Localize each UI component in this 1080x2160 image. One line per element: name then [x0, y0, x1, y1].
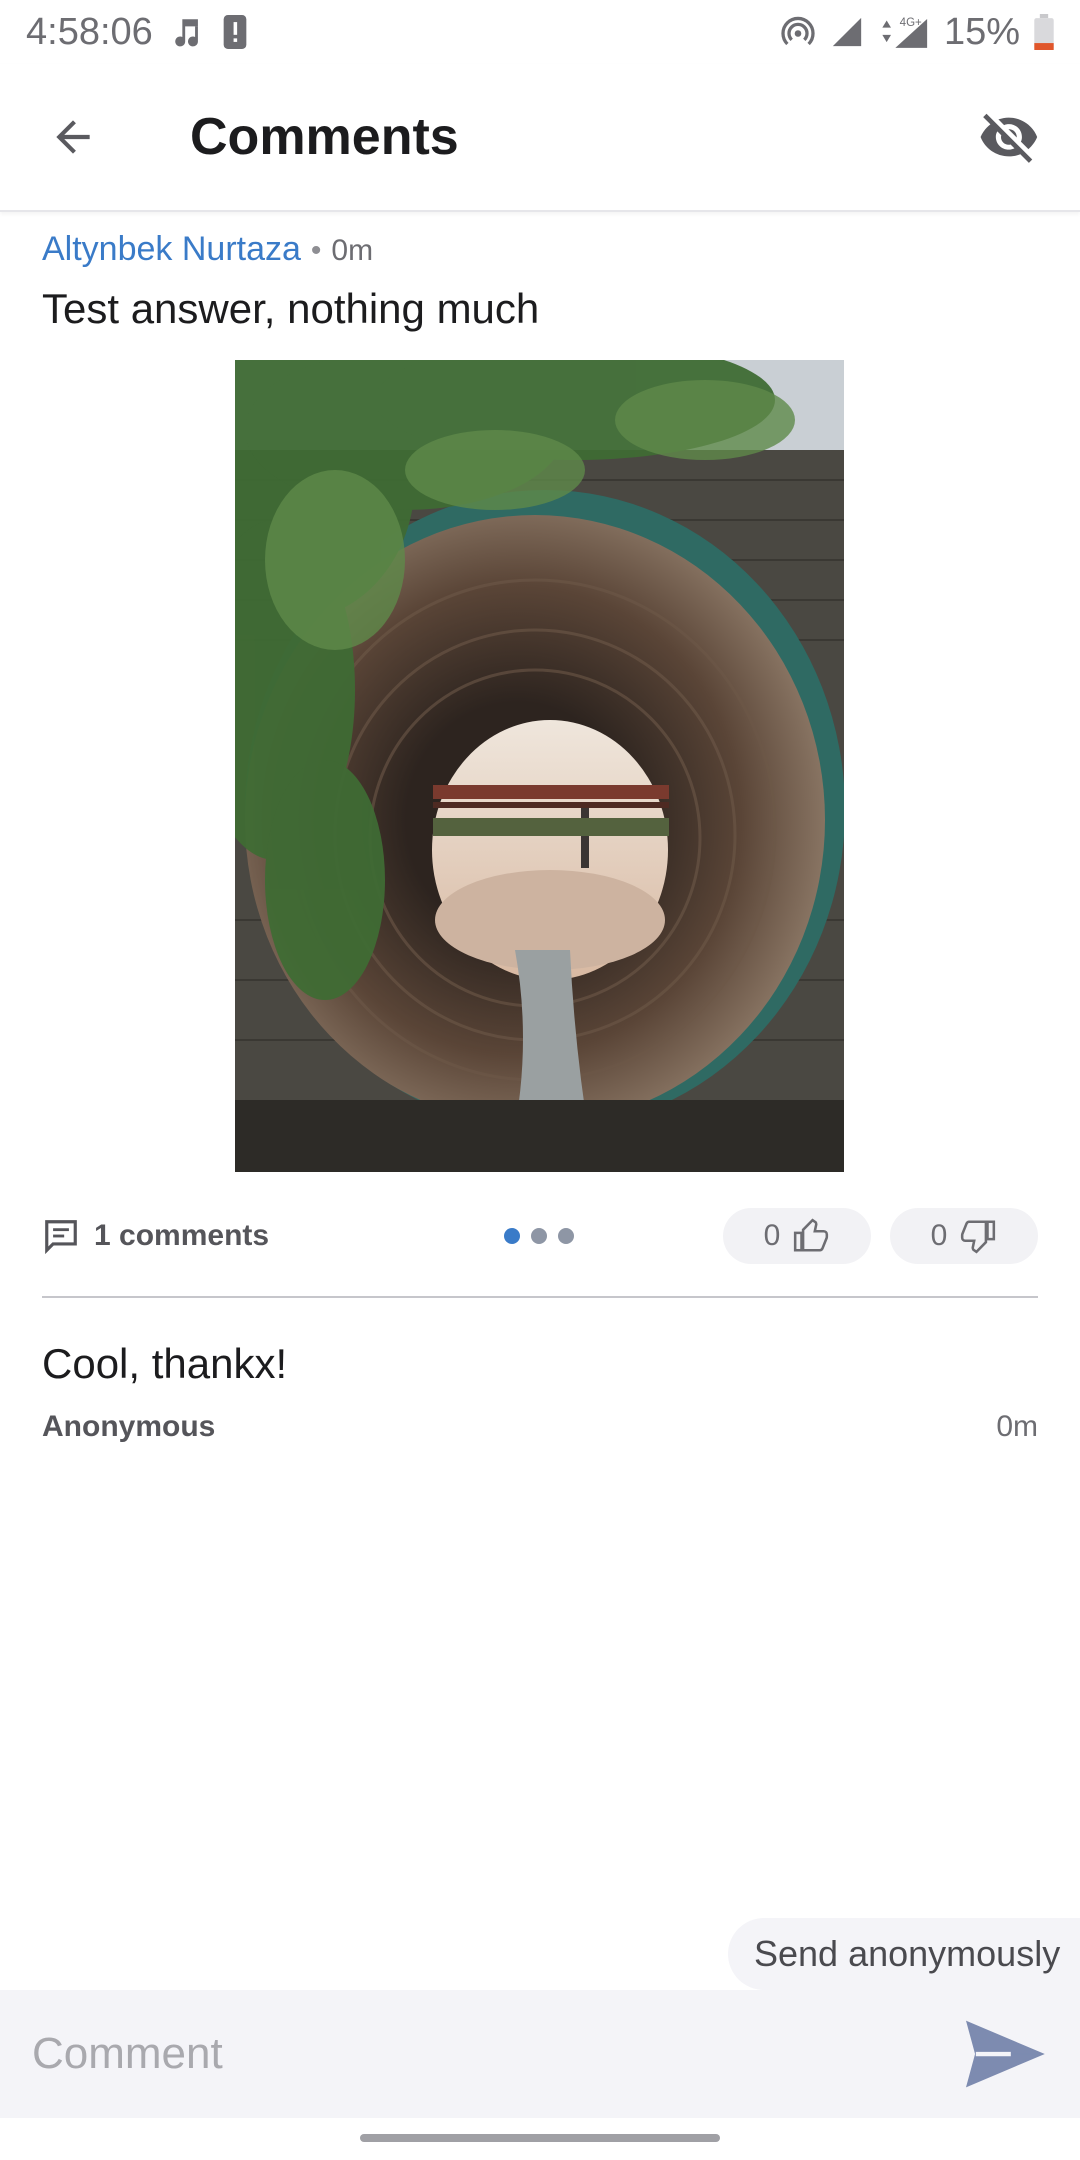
- page-title: Comments: [190, 108, 459, 166]
- meta-separator: •: [310, 234, 322, 267]
- comment-text: Cool, thankx!: [42, 1340, 288, 1387]
- thumbs-down-icon: [961, 1220, 996, 1254]
- music-note-icon: [171, 14, 205, 50]
- post: Altynbek Nurtaza • 0m Test answer, nothi…: [42, 230, 1038, 333]
- app-bar: Comments: [0, 64, 1080, 212]
- signal-icon: [830, 15, 864, 49]
- home-indicator[interactable]: [360, 2134, 720, 2142]
- downvote-button[interactable]: 0: [890, 1208, 1038, 1264]
- comment-item: Cool, thankx! Anonymous 0m: [42, 1340, 1038, 1444]
- status-left: 4:58:06: [26, 11, 247, 54]
- status-bar: 4:58:06 4G+ 15%: [0, 0, 1080, 64]
- network-label: 4G+: [900, 17, 922, 29]
- comment-time: 0m: [996, 1410, 1038, 1443]
- post-image[interactable]: [235, 360, 844, 1172]
- eye-off-icon: [980, 113, 1038, 163]
- image-pager[interactable]: [504, 1204, 574, 1268]
- divider: [42, 1296, 1038, 1298]
- send-icon: [965, 2020, 1045, 2088]
- thumbs-up-icon: [794, 1218, 829, 1252]
- battery-icon: [1034, 14, 1054, 50]
- arrow-left-icon: [56, 120, 90, 154]
- comment-footer: Anonymous 0m: [42, 1410, 1038, 1444]
- hide-button[interactable]: [968, 96, 1050, 178]
- comments-count: 1 comments: [94, 1219, 270, 1252]
- back-button[interactable]: [32, 96, 114, 178]
- pager-dot[interactable]: [558, 1228, 574, 1244]
- comment-composer: [0, 1990, 1080, 2118]
- post-text: Test answer, nothing much: [42, 285, 540, 332]
- send-button[interactable]: [950, 1999, 1060, 2109]
- post-author[interactable]: Altynbek Nurtaza: [42, 230, 301, 269]
- data-arrows-icon: 4G+: [878, 13, 930, 51]
- send-anonymously-toggle[interactable]: Send anonymously: [728, 1918, 1080, 1990]
- upvote-count: 0: [763, 1219, 781, 1252]
- pager-dot[interactable]: [531, 1228, 547, 1244]
- post-time: 0m: [331, 234, 374, 267]
- send-anonymously-label: Send anonymously: [754, 1933, 1061, 1974]
- alert-icon: [223, 15, 247, 49]
- status-time: 4:58:06: [26, 10, 153, 53]
- post-meta: Altynbek Nurtaza • 0m: [42, 230, 1038, 269]
- upvote-button[interactable]: 0: [723, 1208, 871, 1264]
- post-actions: 1 comments 0 0: [42, 1204, 1038, 1268]
- comment-author: Anonymous: [42, 1410, 216, 1443]
- hotspot-icon: [780, 14, 816, 50]
- screen: 4:58:06 4G+ 15% Comments Altynbek Nurtaz…: [0, 0, 1080, 2160]
- comment-icon: [45, 1220, 77, 1255]
- tunnel-photo: [235, 360, 844, 1172]
- status-right: 4G+ 15%: [780, 11, 1054, 54]
- pager-dot[interactable]: [504, 1228, 520, 1244]
- downvote-count: 0: [930, 1219, 948, 1252]
- comments-button[interactable]: 1 comments: [42, 1217, 269, 1255]
- comment-input[interactable]: [0, 1990, 950, 2118]
- battery-percent: 15%: [943, 10, 1020, 53]
